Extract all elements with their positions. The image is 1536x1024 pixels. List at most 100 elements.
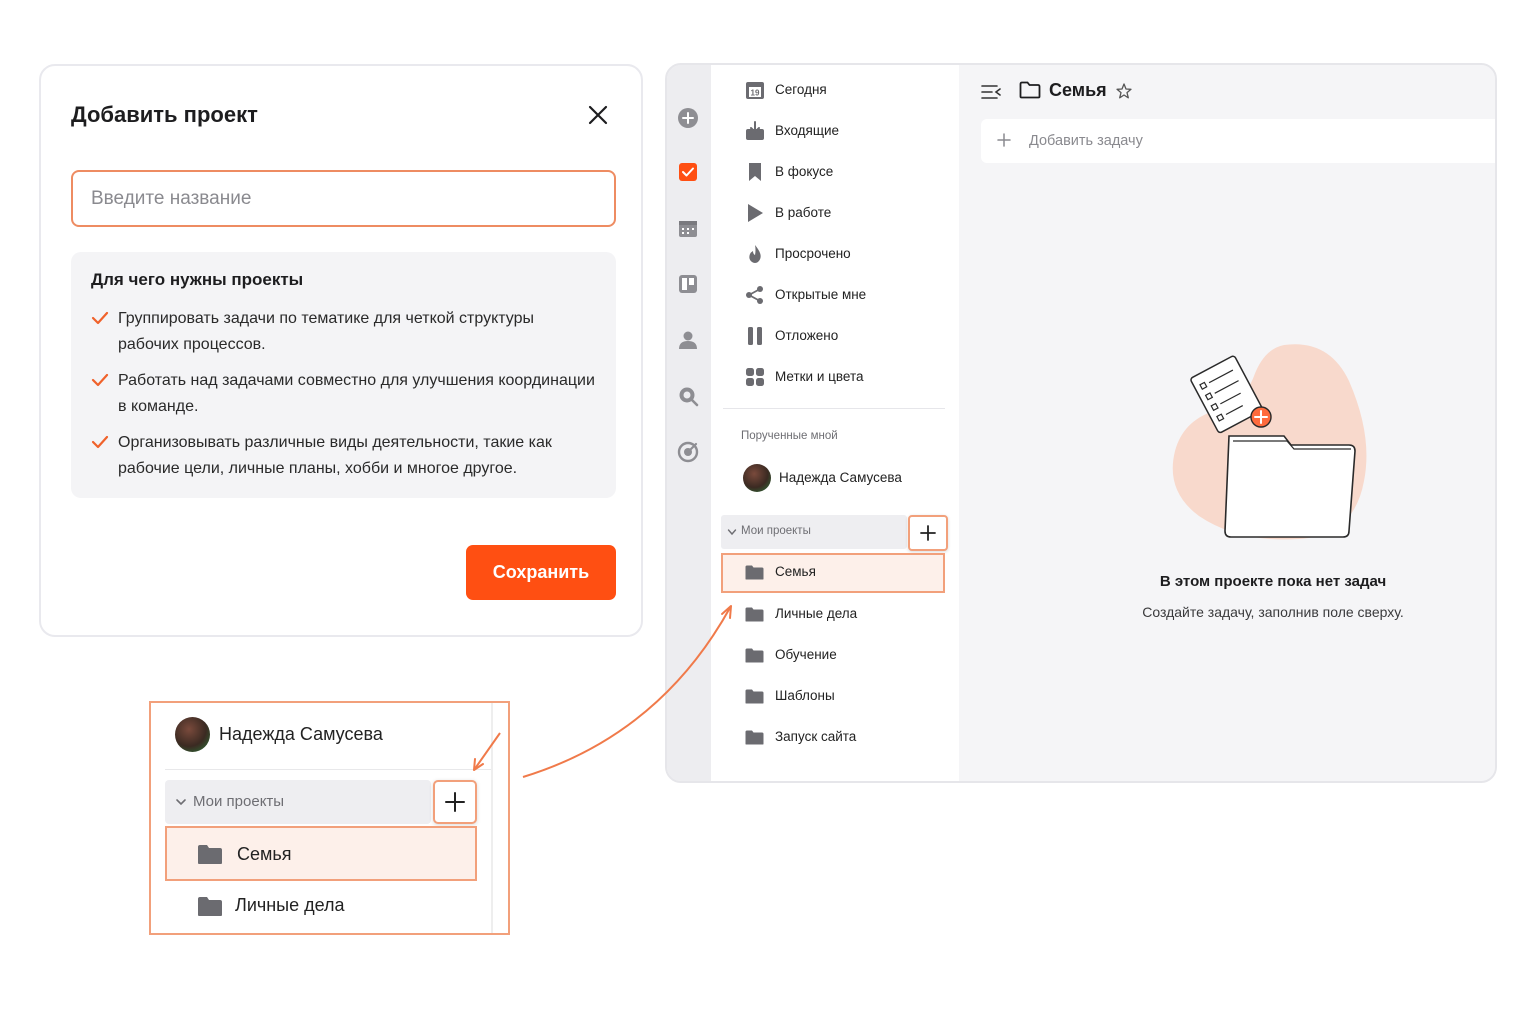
sidebar-project-label: Шаблоны [775, 688, 835, 703]
sidebar-item-today[interactable]: 19 Сегодня [711, 70, 957, 110]
callout-user-name: Надежда Самусева [219, 724, 383, 744]
info-list: Группировать задачи по тематике для четк… [91, 306, 596, 492]
sidebar-project-learning[interactable]: Обучение [721, 636, 945, 676]
project-name-input[interactable] [71, 170, 616, 227]
page-title: Семья [1049, 80, 1107, 100]
empty-state-subtitle: Создайте задачу, заполнив поле сверху. [1142, 604, 1404, 620]
divider [165, 769, 491, 770]
sidebar-project-personal[interactable]: Личные дела [721, 595, 945, 635]
calendar-today-icon: 19 [746, 82, 764, 99]
folder-icon [745, 607, 764, 622]
chevron-down-icon [727, 529, 737, 536]
sidebar-item-tags[interactable]: Метки и цвета [711, 357, 957, 397]
folder-outline-icon [1019, 81, 1041, 99]
sidebar-item-in-progress[interactable]: В работе [711, 193, 957, 233]
add-project-dialog: Добавить проект Для чего нужны проекты Г… [39, 64, 643, 637]
tags-grid-icon [746, 368, 764, 386]
check-icon [91, 373, 109, 387]
projects-group-header[interactable]: Мои проекты [721, 515, 907, 549]
add-circle-icon[interactable] [677, 107, 699, 129]
main-panel: Семья Добавить задачу В этом проекте пок… [959, 65, 1495, 781]
target-icon[interactable] [677, 441, 699, 463]
pause-icon [748, 327, 762, 345]
sidebar-item-label: Метки и цвета [775, 369, 864, 384]
dialog-title: Добавить проект [71, 102, 258, 127]
sidebar-item-label: Отложено [775, 328, 839, 343]
info-item-text: Организовывать различные виды деятельнос… [118, 434, 552, 477]
sidebar-user-name: Надежда Самусева [779, 470, 902, 485]
folder-icon [745, 648, 764, 663]
info-title: Для чего нужны проекты [91, 270, 304, 289]
sidebar-project-site-launch[interactable]: Запуск сайта [721, 718, 945, 758]
folder-icon [198, 845, 222, 864]
calendar-icon[interactable] [677, 217, 699, 239]
plus-icon [445, 792, 465, 812]
sidebar-project-label: Семья [775, 564, 816, 579]
folder-icon [745, 730, 764, 745]
avatar [743, 464, 771, 492]
star-icon[interactable] [1116, 83, 1132, 99]
sidebar-item-label: В работе [775, 205, 832, 220]
sidebar-item-label: Открытые мне [775, 287, 867, 302]
folder-icon [745, 565, 764, 580]
chevron-down-icon [176, 799, 186, 806]
svg-text:19: 19 [751, 89, 760, 98]
add-project-button[interactable] [433, 780, 477, 824]
sidebar-item-label: В фокусе [775, 164, 834, 179]
sidebar-project-templates[interactable]: Шаблоны [721, 677, 945, 717]
sidebar-project-label: Личные дела [775, 606, 858, 621]
zoom-callout: Надежда Самусева Мои проекты Семья Личны… [149, 701, 510, 935]
sidebar-item-overdue[interactable]: Просрочено [711, 234, 957, 274]
callout-project-label: Семья [237, 844, 292, 864]
callout-project-family[interactable]: Семья [165, 826, 477, 881]
callout-scroll-edge [491, 703, 493, 933]
fire-icon [749, 245, 761, 263]
info-item-text: Работать над задачами совместно для улуч… [118, 372, 595, 415]
sidebar: 19 Сегодня Входящие В фокусе В работе Пр… [711, 65, 959, 781]
add-task-field[interactable]: Добавить задачу [981, 119, 1495, 163]
empty-state-title: В этом проекте пока нет задач [1159, 573, 1387, 590]
save-button[interactable]: Сохранить [466, 545, 616, 600]
avatar [175, 717, 210, 752]
add-project-button[interactable] [908, 515, 948, 551]
sidebar-item-label: Сегодня [775, 82, 827, 97]
info-item: Организовывать различные виды деятельнос… [91, 430, 596, 482]
sidebar-project-family[interactable]: Семья [721, 553, 945, 593]
sidebar-item-focus[interactable]: В фокусе [711, 152, 957, 192]
projects-info-box: Для чего нужны проекты Группировать зада… [71, 252, 616, 498]
icon-rail [667, 65, 711, 781]
close-icon[interactable] [583, 100, 613, 130]
info-item-text: Группировать задачи по тематике для четк… [118, 310, 534, 353]
empty-folder-illustration [1172, 344, 1367, 540]
sidebar-item-postponed[interactable]: Отложено [711, 316, 957, 356]
play-icon [748, 204, 763, 222]
info-item: Работать над задачами совместно для улуч… [91, 368, 596, 420]
callout-projects-group[interactable]: Мои проекты [165, 780, 431, 824]
inbox-icon [746, 121, 764, 140]
sidebar-project-label: Обучение [775, 647, 837, 662]
collapse-menu-icon[interactable] [981, 83, 1001, 101]
callout-projects-group-label: Мои проекты [193, 793, 285, 810]
tasks-check-icon[interactable] [677, 161, 699, 183]
board-icon[interactable] [677, 273, 699, 295]
search-icon[interactable] [677, 385, 699, 407]
sidebar-item-inbox[interactable]: Входящие [711, 111, 957, 151]
sidebar-item-label: Входящие [775, 123, 840, 138]
share-icon [746, 286, 763, 304]
add-task-placeholder: Добавить задачу [1029, 133, 1143, 149]
user-icon[interactable] [677, 329, 699, 351]
folder-icon [745, 689, 764, 704]
check-icon [91, 435, 109, 449]
info-item: Группировать задачи по тематике для четк… [91, 306, 596, 358]
check-icon [91, 311, 109, 325]
app-window: 19 Сегодня Входящие В фокусе В работе Пр… [665, 63, 1497, 783]
callout-project-personal[interactable]: Личные дела [165, 882, 477, 933]
plus-icon [997, 133, 1011, 147]
sidebar-item-shared[interactable]: Открытые мне [711, 275, 957, 315]
bookmark-icon [749, 163, 761, 181]
callout-project-label: Личные дела [235, 895, 345, 915]
divider [723, 408, 945, 409]
projects-group-label: Мои проекты [741, 525, 811, 537]
sidebar-project-label: Запуск сайта [775, 729, 857, 744]
sidebar-item-label: Просрочено [775, 246, 851, 261]
